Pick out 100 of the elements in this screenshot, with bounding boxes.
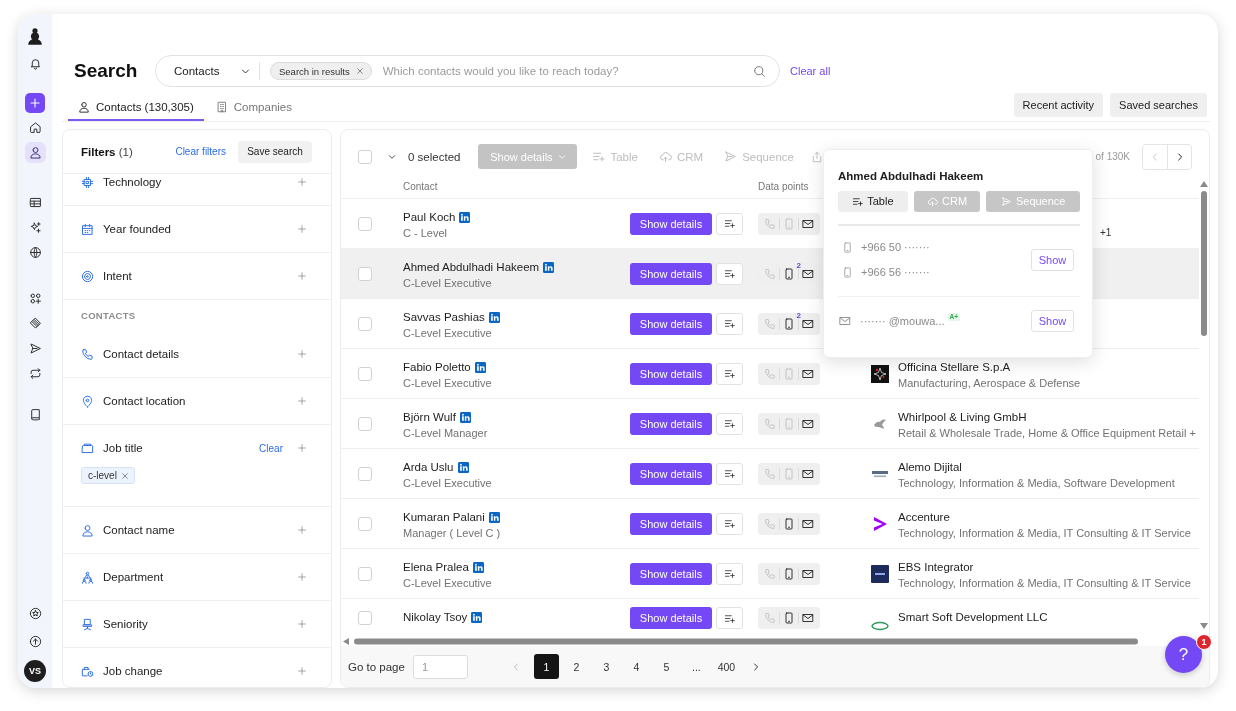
linkedin-icon[interactable]	[488, 311, 500, 323]
clear-filters-link[interactable]: Clear filters	[175, 146, 226, 157]
row-checkbox[interactable]	[358, 366, 372, 381]
filter-chip[interactable]: Search in results	[270, 62, 372, 80]
page-button[interactable]: 4	[623, 654, 649, 679]
show-details-button[interactable]: Show details	[630, 362, 712, 385]
filter-item[interactable]: Year founded	[81, 219, 307, 239]
select-all-checkbox[interactable]	[358, 149, 372, 164]
filter-item[interactable]: Contact details	[81, 344, 307, 364]
book-icon[interactable]	[28, 408, 42, 421]
repeat-icon[interactable]	[28, 367, 42, 380]
linkedin-icon[interactable]	[471, 611, 483, 623]
show-details-button[interactable]: Show details	[630, 562, 712, 585]
contact-name[interactable]: Nikolay Tsoy	[403, 611, 468, 623]
silhouette-logo-icon[interactable]	[26, 26, 44, 45]
filter-item[interactable]: Job title Clear	[81, 438, 307, 458]
table-icon[interactable]	[28, 196, 42, 209]
company-name[interactable]: Smart Soft Development LLC	[898, 609, 1048, 625]
page-button[interactable]: ...	[683, 654, 709, 679]
company-name[interactable]: EBS Integrator	[898, 559, 1191, 575]
row-checkbox[interactable]	[358, 316, 372, 331]
plus-icon[interactable]	[297, 396, 307, 406]
linkedin-icon[interactable]	[459, 411, 471, 423]
clear-all-link[interactable]: Clear all	[790, 65, 831, 77]
contact-name[interactable]: Björn Wulf	[403, 411, 456, 423]
filter-chip[interactable]: c-level	[81, 467, 135, 484]
show-details-button[interactable]: Show details	[630, 412, 712, 435]
popup-action-button[interactable]: Table	[838, 191, 908, 212]
recent-activity-button[interactable]: Recent activity	[1013, 93, 1104, 117]
contact-name[interactable]: Arda Uslu	[403, 461, 454, 473]
show-button[interactable]: Show	[1031, 310, 1074, 332]
user-avatar[interactable]: VS	[24, 660, 46, 682]
bell-icon[interactable]	[28, 57, 42, 70]
star-circle-icon[interactable]	[28, 607, 42, 620]
linkedin-icon[interactable]	[474, 361, 486, 373]
saved-searches-button[interactable]: Saved searches	[1110, 93, 1207, 117]
sparkles-icon[interactable]	[28, 221, 42, 234]
company-name[interactable]: Alemo Dijital	[898, 459, 1175, 475]
show-details-button[interactable]: Show details	[630, 462, 712, 485]
add-to-table-button[interactable]	[716, 462, 743, 485]
plus-icon[interactable]	[297, 666, 307, 676]
grid-plus-icon[interactable]	[28, 292, 42, 305]
plus-icon[interactable]	[297, 349, 307, 359]
contact-name[interactable]: Savvas Pashias	[403, 311, 485, 323]
clear-link[interactable]: Clear	[259, 442, 283, 454]
plus-icon[interactable]	[297, 525, 307, 535]
page-input[interactable]: 1	[412, 654, 468, 679]
horizontal-scrollbar[interactable]	[341, 637, 1141, 646]
contact-name[interactable]: Paul Koch	[403, 211, 456, 223]
mail-icon[interactable]	[802, 467, 815, 480]
mail-icon[interactable]	[802, 317, 815, 330]
filter-item[interactable]: Job change	[81, 661, 307, 681]
show-details-button[interactable]: Show details	[630, 312, 712, 335]
show-details-button[interactable]: Show details	[630, 512, 712, 535]
tab[interactable]: Companies	[205, 95, 302, 121]
row-checkbox[interactable]	[358, 416, 372, 431]
table-row[interactable]: Björn Wulf C-Level Manager Show details Whirlpool & Living GmbH Retail & Wholesale Trade, Home & Office Equipment Retail +	[341, 399, 1199, 449]
linkedin-icon[interactable]	[488, 511, 500, 523]
contact-name[interactable]: Elena Pralea	[403, 561, 469, 573]
page-button[interactable]: 2	[563, 654, 589, 679]
diamond-icon[interactable]	[28, 317, 42, 330]
close-icon[interactable]	[355, 67, 364, 75]
contact-name[interactable]: Kumaran Palani	[403, 511, 485, 523]
linkedin-icon[interactable]	[543, 261, 555, 273]
table-row[interactable]: Arda Uslu C-Level Executive Show details Alemo Dijital Technology, Information & Media, Software Development	[341, 449, 1199, 499]
add-to-table-button[interactable]	[716, 212, 743, 235]
scope-dropdown[interactable]: Contacts	[174, 60, 250, 82]
add-to-table-button[interactable]	[716, 607, 743, 629]
show-details-button[interactable]: Show details	[630, 262, 712, 285]
contact-name[interactable]: Ahmed Abdulhadi Hakeem	[403, 261, 540, 273]
show-button[interactable]: Show	[1031, 248, 1074, 271]
add-to-table-button[interactable]	[716, 262, 743, 285]
mail-icon[interactable]	[802, 612, 815, 624]
plus-icon[interactable]	[297, 177, 307, 187]
row-checkbox[interactable]	[358, 216, 372, 231]
plus-icon[interactable]	[297, 271, 307, 281]
mobile-phone-icon[interactable]	[782, 567, 795, 580]
globe-icon[interactable]	[28, 246, 42, 259]
table-row[interactable]: Kumaran Palani Manager ( Level C ) Show details Accenture Technology, Information & Media, IT Consulting & IT Service	[341, 499, 1199, 549]
arrow-up-circle-icon[interactable]	[28, 635, 42, 648]
linkedin-icon[interactable]	[457, 461, 469, 473]
filter-item[interactable]: Department	[81, 567, 307, 587]
close-icon[interactable]	[120, 471, 129, 480]
plus-icon[interactable]	[297, 619, 307, 629]
tab[interactable]: Contacts (130,305)	[68, 95, 204, 121]
add-to-table-button[interactable]	[716, 412, 743, 435]
row-checkbox[interactable]	[358, 466, 372, 481]
mail-icon[interactable]	[802, 567, 815, 580]
show-details-button[interactable]: Show details	[630, 212, 712, 235]
mobile-phone-icon[interactable]	[782, 612, 795, 624]
page-button[interactable]: 1	[533, 654, 559, 679]
filter-item[interactable]: Intent	[81, 266, 307, 286]
table-row[interactable]: Nikolay Tsoy Show details Smart Soft Development LLC	[341, 599, 1199, 637]
linkedin-icon[interactable]	[472, 561, 484, 573]
company-name[interactable]: Accenture	[898, 509, 1191, 525]
search-icon[interactable]	[753, 64, 766, 78]
row-checkbox[interactable]	[358, 611, 372, 625]
add-to-table-button[interactable]	[716, 362, 743, 385]
plus-icon[interactable]	[297, 572, 307, 582]
page-button[interactable]: 5	[653, 654, 679, 679]
